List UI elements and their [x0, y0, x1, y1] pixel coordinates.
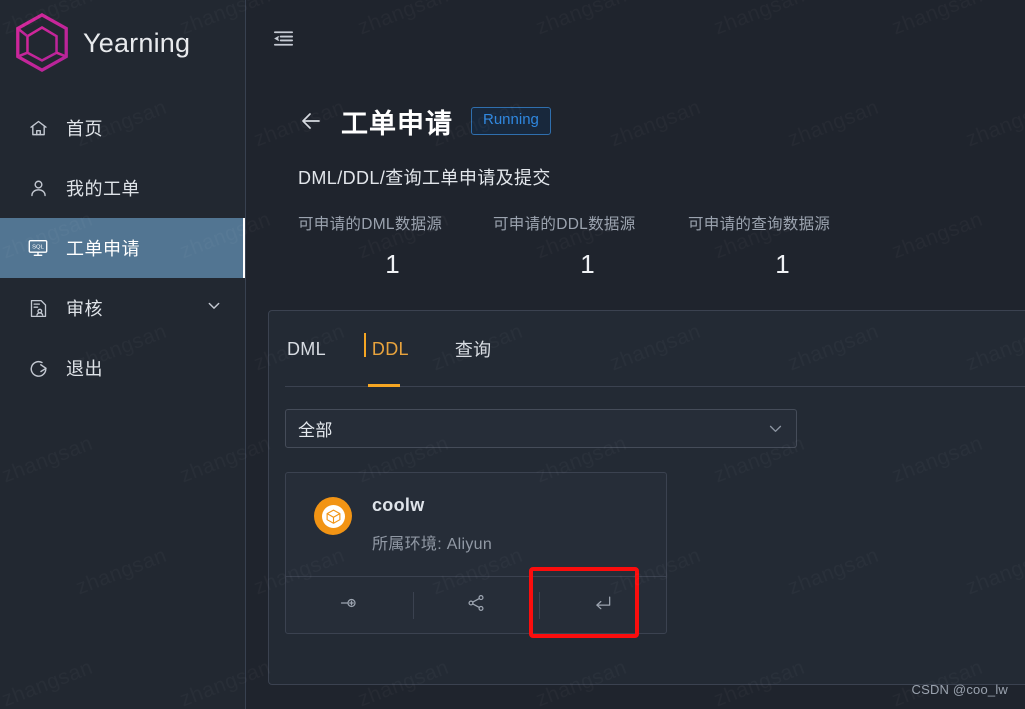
sidebar-item-label: 审核 — [66, 299, 103, 319]
stat-value: 1 — [385, 249, 400, 279]
sidebar-item-logout[interactable]: 退出 — [0, 338, 246, 398]
content-panel: DML DDL 查询 全部 coolw 所属环境: Aliyun — [268, 310, 1025, 685]
datasource-meta: coolw 所属环境: Aliyun — [372, 495, 492, 554]
stat-value: 1 — [580, 249, 595, 279]
sidebar-divider — [245, 0, 246, 709]
stat-ddl: 可申请的DDL数据源 1 — [493, 212, 688, 280]
datasource-card-actions — [286, 567, 666, 638]
brand-logo[interactable]: Yearning — [0, 0, 246, 86]
datasource-name: coolw — [372, 495, 425, 515]
tab-label: DDL — [371, 338, 409, 359]
datasource-card: coolw 所属环境: Aliyun — [285, 472, 667, 638]
arrow-left-icon[interactable] — [298, 108, 324, 134]
stat-query: 可申请的查询数据源 1 — [688, 212, 883, 280]
tab-query[interactable]: 查询 — [453, 311, 494, 387]
hexagon-cube-logo-icon — [11, 10, 73, 76]
sidebar-item-home[interactable]: 首页 — [0, 98, 246, 158]
topbar — [246, 0, 1025, 76]
tab-ddl[interactable]: DDL — [363, 311, 411, 387]
sidebar-item-audit[interactable]: 审核 — [0, 278, 246, 338]
sidebar-item-label: 首页 — [66, 119, 103, 139]
key-plus-icon — [339, 593, 359, 618]
chevron-down-icon[interactable] — [206, 298, 222, 319]
user-icon — [27, 177, 49, 199]
home-icon — [27, 117, 49, 139]
sidebar-item-label: 退出 — [66, 359, 103, 379]
enter-arrow-icon — [593, 593, 613, 618]
sidebar-item-order-request[interactable]: SQL 工单申请 — [0, 218, 246, 278]
share-alt-icon — [466, 593, 486, 618]
grant-permission-button[interactable] — [286, 577, 413, 633]
sidebar-item-label: 我的工单 — [66, 179, 140, 199]
stat-dml: 可申请的DML数据源 1 — [298, 212, 493, 280]
sidebar-item-my-orders[interactable]: 我的工单 — [0, 158, 246, 218]
source-filter-value: 全部 — [298, 421, 333, 440]
app-root: Yearning 首页 我的工单 SQL 工单申请 审核 退出 工单申请 Run… — [0, 0, 1025, 709]
enter-submit-button[interactable] — [539, 577, 666, 633]
datasource-environment: 所属环境: Aliyun — [372, 536, 493, 553]
cube-box-icon — [321, 504, 345, 528]
credit-watermark: CSDN @coo_lw — [911, 682, 1008, 697]
menu-fold-icon[interactable] — [270, 25, 296, 51]
svg-text:SQL: SQL — [32, 245, 44, 251]
brand-name: Yearning — [83, 27, 191, 58]
page-title-row: 工单申请 Running — [268, 100, 1025, 142]
datasource-card-body: coolw 所属环境: Aliyun — [286, 473, 666, 576]
page-header: 工单申请 Running DML/DDL/查询工单申请及提交 可申请的DML数据… — [268, 100, 1025, 280]
sidebar-item-label: 工单申请 — [66, 239, 140, 259]
sql-console-icon: SQL — [27, 237, 49, 259]
chevron-down-icon[interactable] — [767, 420, 784, 437]
stat-label: 可申请的查询数据源 — [688, 216, 831, 233]
source-filter-select[interactable]: 全部 — [285, 409, 797, 448]
tab-label: DML — [287, 338, 326, 359]
stat-label: 可申请的DDL数据源 — [493, 216, 636, 233]
page-title: 工单申请 — [341, 108, 453, 139]
sidebar: Yearning 首页 我的工单 SQL 工单申请 审核 退出 — [0, 0, 246, 709]
tab-label: 查询 — [454, 340, 492, 360]
tab-dml[interactable]: DML — [285, 311, 328, 387]
sidebar-nav: 首页 我的工单 SQL 工单申请 审核 退出 — [0, 98, 246, 398]
tab-bar: DML DDL 查询 — [269, 311, 1025, 387]
stats-row: 可申请的DML数据源 1 可申请的DDL数据源 1 可申请的查询数据源 1 — [298, 212, 1025, 280]
logout-icon — [27, 357, 49, 379]
share-button[interactable] — [412, 577, 540, 633]
stat-label: 可申请的DML数据源 — [298, 216, 443, 233]
avatar — [314, 497, 352, 535]
status-badge: Running — [471, 107, 551, 135]
stat-value: 1 — [775, 249, 790, 279]
page-subtitle: DML/DDL/查询工单申请及提交 — [298, 168, 551, 188]
audit-document-icon — [27, 297, 49, 319]
